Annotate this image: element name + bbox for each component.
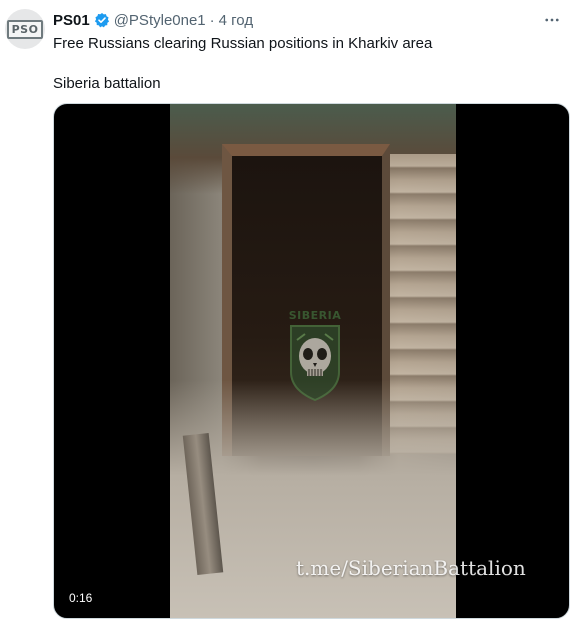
- separator-dot: ·: [209, 11, 215, 29]
- verified-badge-icon: [94, 12, 110, 28]
- post-time[interactable]: 4 год: [219, 12, 253, 29]
- user-handle[interactable]: @PStyle0ne1: [114, 12, 206, 29]
- post-text: Free Russians clearing Russian positions…: [53, 34, 553, 94]
- video-watermark: t.me/SiberianBattalion: [296, 556, 526, 580]
- post-header: PS01 @PStyle0ne1 · 4 год: [53, 10, 569, 30]
- post-text-line-1: Free Russians clearing Russian positions…: [53, 35, 433, 52]
- siberia-emblem: SIBERIA: [282, 310, 348, 406]
- more-options-icon[interactable]: [539, 7, 565, 33]
- skull-emblem-icon: [290, 325, 340, 402]
- video-duration-badge: 0:16: [63, 589, 99, 607]
- video-frame[interactable]: SIBERIA t.me/SiberianBattalion: [170, 104, 526, 618]
- video-player[interactable]: SIBERIA t.me/SiberianBattalion 0:16: [53, 103, 570, 619]
- emblem-text: SIBERIA: [288, 309, 342, 322]
- display-name[interactable]: PS01: [53, 12, 90, 29]
- avatar-logo: PSO: [6, 19, 44, 39]
- avatar[interactable]: PSO: [5, 9, 45, 49]
- post-text-line-2: Siberia battalion: [53, 75, 161, 92]
